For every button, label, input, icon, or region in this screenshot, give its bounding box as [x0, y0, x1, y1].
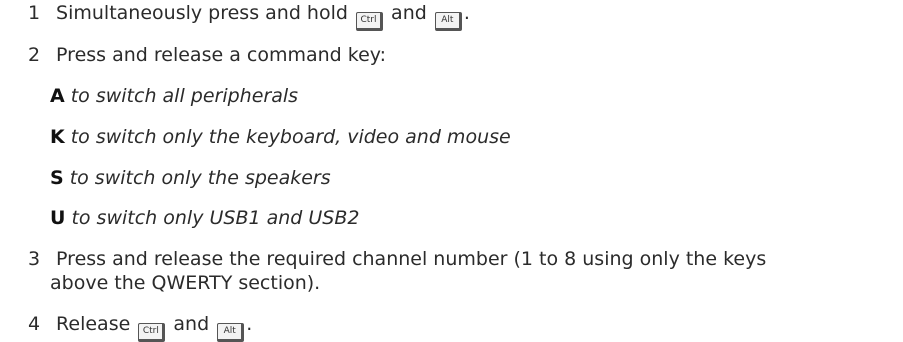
command-key-letter: K — [50, 126, 65, 148]
ctrl-key-icon: Ctrl — [356, 12, 383, 31]
step-number: 3 — [28, 248, 41, 270]
step-1: 1 Simultaneously press and hold Ctrl and… — [28, 2, 893, 31]
command-description: to switch only USB1 and USB2 — [71, 207, 360, 229]
step-number: 2 — [28, 44, 41, 66]
alt-key-icon: Alt — [434, 12, 462, 31]
step-punctuation: . — [463, 2, 470, 24]
step-text: Release — [56, 313, 131, 335]
command-key-letter: A — [50, 85, 65, 107]
command-key-letter: S — [50, 167, 64, 189]
step-connector: and — [173, 313, 210, 335]
step-2: 2 Press and release a command key: — [28, 44, 893, 66]
command-s: Sto switch only the speakers — [50, 167, 893, 189]
step-connector: and — [391, 2, 427, 24]
ctrl-key-icon: Ctrl — [138, 323, 166, 342]
step-number: 1 — [28, 2, 41, 24]
command-u: Uto switch only USB1 and USB2 — [50, 207, 893, 229]
step-4: 4 Release Ctrl and Alt. — [28, 313, 893, 342]
step-text: Press and release a command key: — [56, 44, 387, 66]
step-number: 4 — [28, 313, 41, 335]
command-k: Kto switch only the keyboard, video and … — [50, 126, 893, 148]
command-description: to switch only the speakers — [69, 167, 331, 189]
command-a: Ato switch all peripherals — [50, 85, 893, 107]
command-description: to switch all peripherals — [70, 85, 299, 107]
alt-key-icon: Alt — [217, 323, 245, 342]
step-text-line-2: above the QWERTY section). — [50, 272, 321, 294]
command-description: to switch only the keyboard, video and m… — [70, 126, 511, 148]
step-text-line-1: Press and release the required channel n… — [56, 248, 767, 270]
step-3-continued: above the QWERTY section). — [50, 272, 893, 294]
step-3: 3 Press and release the required channel… — [28, 248, 893, 270]
step-text: Simultaneously press and hold — [56, 2, 348, 24]
step-punctuation: . — [246, 313, 253, 335]
instructions-document: 1 Simultaneously press and hold Ctrl and… — [0, 0, 903, 342]
command-key-letter: U — [50, 207, 66, 229]
